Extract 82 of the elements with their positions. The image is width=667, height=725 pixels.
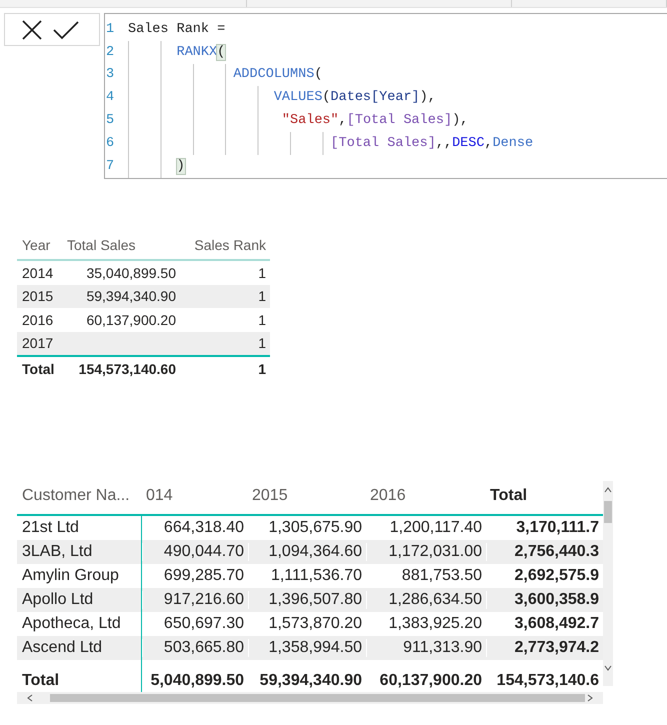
- table-cell: 1,286,634.50: [366, 591, 486, 609]
- line-number: 1: [105, 22, 116, 37]
- table-cell-text: 2015: [21, 288, 54, 304]
- table-cell-text: 2,692,575.9: [513, 567, 600, 585]
- code-token: Sales Rank =: [128, 22, 226, 37]
- table-cell: Apollo Ltd: [17, 588, 142, 612]
- table-cell-text: 1,305,675.90: [268, 519, 363, 537]
- total-cell-text: 154,573,140.60: [78, 361, 177, 377]
- line-number: 3: [105, 67, 116, 82]
- table-cell-text: 3,170,111.7: [515, 519, 600, 537]
- table-cell: 503,665.80: [142, 639, 248, 657]
- table-cell-text: 664,318.40: [162, 519, 245, 537]
- scroll-thumb[interactable]: [604, 501, 612, 523]
- table-cell-text: 1,573,870.20: [268, 615, 363, 633]
- table-cell-text: 59,394,340.90: [85, 288, 177, 304]
- total-cell-text: 5,040,899.50: [150, 672, 245, 690]
- table-cell-text: 881,753.50: [400, 567, 483, 585]
- column-header: Total: [489, 486, 528, 504]
- total-cell-text: Total: [21, 361, 56, 377]
- table-cell-text: 650,697.30: [162, 615, 245, 633]
- total-cell-text: 60,137,900.20: [378, 672, 483, 690]
- table-cell: 490,044.70: [142, 543, 248, 561]
- code-token: ,: [484, 136, 493, 151]
- total-cell-text: 154,573,140.6: [496, 672, 600, 690]
- table-cell: 1,396,507.80: [248, 591, 366, 609]
- table-cell-text: 1: [257, 335, 267, 352]
- code-token: [Total Sales]: [346, 113, 452, 128]
- column-header: 2015: [251, 486, 289, 504]
- line-number: 6: [105, 136, 116, 151]
- column-header: 2016: [369, 486, 407, 504]
- table-cell: 911,313.90: [366, 639, 486, 657]
- code-token: ),: [420, 90, 436, 106]
- table-cell-text: 35,040,899.50: [85, 264, 177, 281]
- table-cell: 3LAB, Ltd: [17, 540, 142, 564]
- code-token: Dense: [492, 136, 534, 151]
- code-token: [Total Sales]: [330, 136, 436, 151]
- code-token: RANKX: [176, 44, 218, 60]
- table-cell-text: 1: [257, 288, 267, 304]
- table-cell-text: 1,383,925.20: [388, 615, 483, 633]
- table-cell: 1,094,364.60: [248, 543, 366, 561]
- table-cell: 1,172,031.00: [366, 543, 486, 561]
- line-number: 4: [105, 90, 116, 106]
- code-token: ADDCOLUMNS: [233, 67, 314, 82]
- line-number: 7: [105, 158, 116, 174]
- table-cell-text: 2016: [21, 312, 54, 328]
- table-cell: Ascend Ltd: [17, 636, 142, 660]
- code-token: Dates[Year]: [330, 90, 420, 106]
- table-cell-text: 1: [257, 264, 267, 281]
- code-token: (: [322, 90, 331, 106]
- code-token: (: [314, 67, 322, 82]
- total-cell-text: 1: [257, 361, 267, 377]
- table-cell-text: 699,285.70: [162, 567, 245, 585]
- close-icon: [21, 18, 43, 40]
- code-token: DESC: [452, 136, 484, 151]
- column-header: Year: [21, 237, 52, 253]
- table-cell-text: 2017: [21, 335, 54, 352]
- line-number: 2: [105, 44, 116, 60]
- table-cell-text: 1,200,117.40: [388, 519, 483, 537]
- table-cell-text: 1,111,536.70: [270, 567, 363, 585]
- checkmark-icon: [53, 20, 79, 40]
- code-token: VALUES: [274, 90, 322, 106]
- vertical-scrollbar[interactable]: [603, 481, 613, 686]
- table-cell: 917,216.60: [142, 591, 248, 609]
- column-header: Total Sales: [66, 237, 136, 253]
- code-token: ,: [338, 113, 347, 128]
- table-cell: 1,358,994.50: [248, 639, 366, 657]
- code-token: ,,: [436, 136, 452, 151]
- column-header: 014: [145, 486, 174, 504]
- column-header: Customer Na...: [21, 486, 131, 506]
- column-header: Sales Rank: [193, 237, 267, 253]
- total-cell-text: 59,394,340.90: [258, 672, 363, 690]
- table-cell-text: 2014: [21, 264, 54, 281]
- line-number: 5: [105, 113, 116, 128]
- table-cell-text: 3,608,492.7: [513, 615, 600, 633]
- code-token: ),: [452, 113, 468, 128]
- table-cell-text: 1: [257, 312, 267, 328]
- matched-bracket: (: [217, 44, 226, 60]
- code-token: "Sales": [282, 113, 339, 128]
- horizontal-scrollbar[interactable]: [17, 692, 603, 704]
- matched-bracket: ): [176, 158, 185, 174]
- scroll-thumb[interactable]: [50, 694, 585, 702]
- table-cell-text: 60,137,900.20: [85, 312, 177, 328]
